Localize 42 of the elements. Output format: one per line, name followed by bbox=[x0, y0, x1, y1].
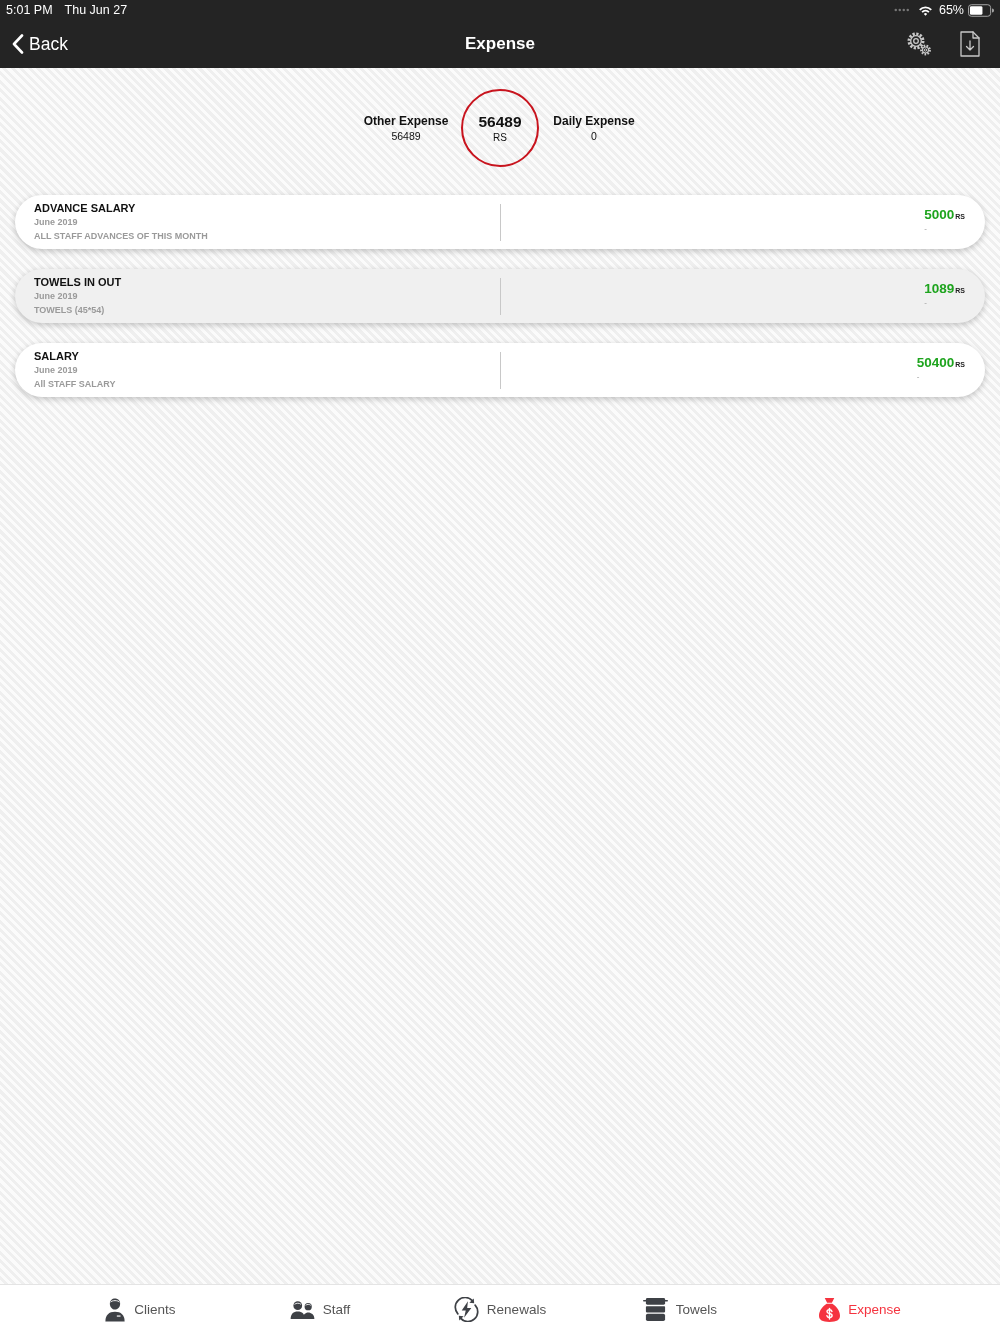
settings-icon[interactable] bbox=[906, 31, 932, 57]
other-expense-label: Other Expense bbox=[363, 114, 449, 128]
expense-title: ADVANCE SALARY bbox=[34, 201, 137, 215]
expense-note: - bbox=[924, 223, 927, 235]
expense-title: SALARY bbox=[34, 349, 80, 363]
chevron-left-icon bbox=[12, 34, 24, 54]
currency-label: RS bbox=[493, 132, 507, 143]
two-people-icon bbox=[289, 1300, 315, 1319]
download-file-icon[interactable] bbox=[960, 31, 980, 57]
expense-amount: 50400 bbox=[916, 355, 955, 370]
status-time: 5:01 PM bbox=[6, 3, 53, 17]
signal-icon bbox=[893, 8, 910, 12]
expense-amount: 5000 bbox=[924, 207, 955, 222]
expense-description: All STAFF SALARY bbox=[34, 378, 117, 391]
screen-title: Expense bbox=[465, 34, 535, 54]
money-bag-icon bbox=[819, 1297, 841, 1322]
daily-expense-value: 0 bbox=[591, 130, 597, 142]
daily-expense-label: Daily Expense bbox=[553, 114, 635, 128]
expense-description: TOWELS (45*54) bbox=[34, 304, 106, 317]
back-button[interactable]: Back bbox=[12, 29, 70, 59]
towel-stack-icon bbox=[642, 1298, 668, 1321]
other-expense-value: 56489 bbox=[391, 130, 421, 142]
expense-date: June 2019 bbox=[34, 216, 79, 229]
expense-title: TOWELS IN OUT bbox=[34, 275, 123, 289]
expense-date: June 2019 bbox=[34, 290, 79, 303]
battery-icon bbox=[968, 3, 994, 17]
expense-date: June 2019 bbox=[34, 364, 79, 377]
person-icon bbox=[104, 1297, 127, 1322]
tab-item[interactable]: Expense bbox=[819, 1297, 901, 1322]
tab-item[interactable]: Towels bbox=[642, 1298, 718, 1321]
lightning-refresh-icon bbox=[453, 1297, 479, 1322]
wifi-icon bbox=[917, 4, 933, 16]
expense-note: - bbox=[924, 297, 927, 309]
tab-item[interactable]: Staff bbox=[289, 1300, 351, 1319]
expense-description: ALL STAFF ADVANCES OF THIS MONTH bbox=[34, 230, 209, 243]
expense-note: - bbox=[916, 371, 920, 383]
expense-amount: 1089 bbox=[924, 281, 955, 296]
tab-item[interactable]: Clients bbox=[104, 1297, 176, 1322]
tab-item[interactable]: Renewals bbox=[453, 1297, 547, 1322]
status-date: Thu Jun 27 bbox=[64, 3, 128, 17]
battery-percentage: 65% bbox=[938, 3, 964, 17]
total-amount: 56489 bbox=[478, 113, 522, 131]
